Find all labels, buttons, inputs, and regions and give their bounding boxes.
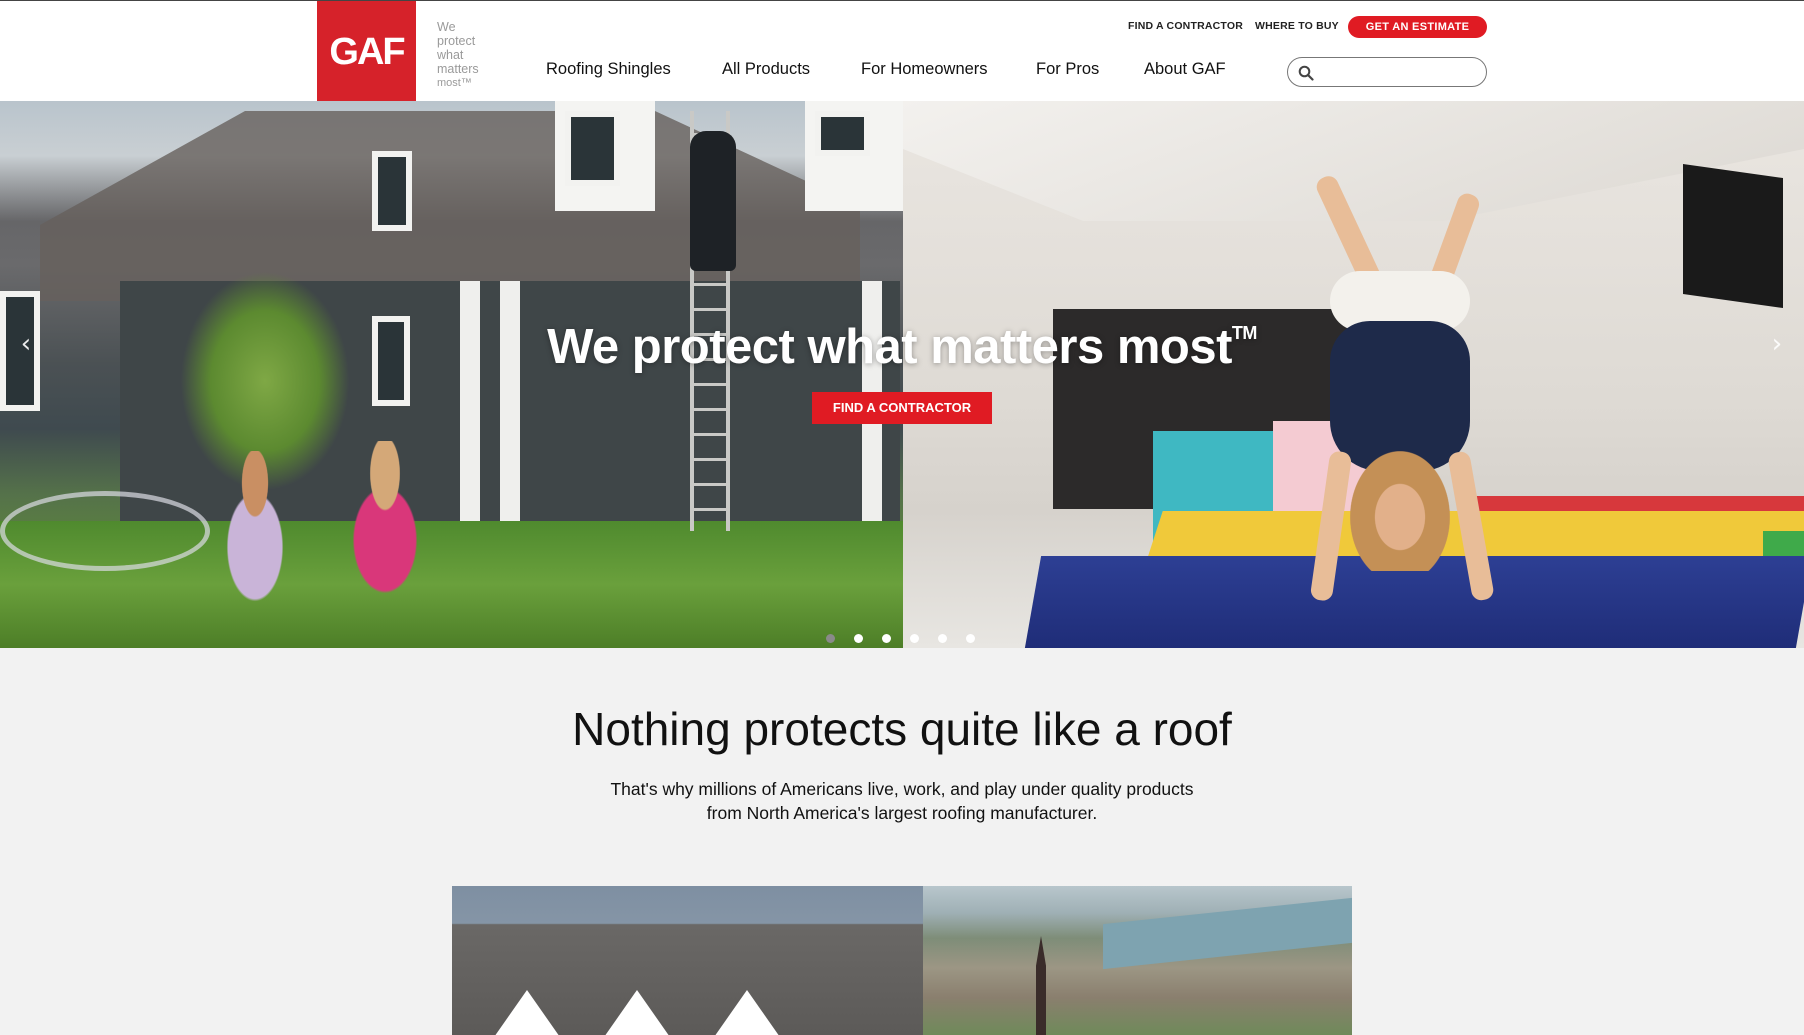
porch-column — [500, 281, 520, 521]
description-line: That's why millions of Americans live, w… — [610, 779, 1194, 799]
logo-tagline: We protect what matters most™ — [437, 20, 507, 90]
search-input[interactable] — [1287, 57, 1487, 87]
site-header: GAF We protect what matters most™ FIND A… — [0, 0, 1804, 102]
river — [1103, 897, 1352, 970]
search-field[interactable] — [1320, 62, 1476, 82]
bicycle — [0, 491, 210, 571]
ceiling — [903, 101, 1804, 221]
girl-head — [1350, 451, 1450, 571]
carousel-dot[interactable] — [826, 634, 835, 643]
church-spire — [1036, 936, 1046, 1035]
carousel-dot[interactable] — [882, 634, 891, 643]
tagline-line: most™ — [437, 77, 472, 89]
where-to-buy-link[interactable]: WHERE TO BUY — [1255, 20, 1339, 32]
tagline-line: We — [437, 20, 456, 34]
carousel-dot[interactable] — [910, 634, 919, 643]
hero-find-contractor-button[interactable]: FIND A CONTRACTOR — [812, 392, 992, 424]
search-icon — [1298, 65, 1314, 81]
carousel-dot[interactable] — [854, 634, 863, 643]
tagline-line: protect — [437, 34, 476, 48]
get-estimate-button[interactable]: GET AN ESTIMATE — [1348, 16, 1487, 38]
roof-gable — [492, 990, 562, 1035]
window — [815, 111, 870, 156]
nav-for-pros[interactable]: For Pros — [1036, 60, 1099, 79]
section-description: That's why millions of Americans live, w… — [0, 777, 1804, 825]
tagline-line: matters — [437, 62, 479, 76]
carousel-dot[interactable] — [966, 634, 975, 643]
carousel-dot[interactable] — [938, 634, 947, 643]
chevron-right-icon[interactable]: › — [1767, 329, 1787, 359]
roof-gable — [712, 990, 782, 1035]
nav-about-gaf[interactable]: About GAF — [1144, 60, 1226, 79]
child — [205, 451, 305, 611]
hero-title: We protect what matters mostTM — [0, 319, 1804, 375]
tagline-line: what — [437, 48, 464, 62]
nav-all-products[interactable]: All Products — [722, 60, 810, 79]
television — [1683, 163, 1783, 309]
commercial-city-image[interactable] — [923, 886, 1352, 1035]
nav-for-homeowners[interactable]: For Homeowners — [861, 60, 988, 79]
hero-title-text: We protect what matters most — [547, 320, 1232, 374]
child — [325, 441, 445, 621]
hero-carousel: We protect what matters mostTM FIND A CO… — [0, 101, 1804, 648]
logo-text: GAF — [329, 31, 405, 73]
nav-roofing-shingles[interactable]: Roofing Shingles — [546, 60, 671, 79]
gaf-logo[interactable]: GAF — [317, 1, 416, 102]
roof-gable — [602, 990, 672, 1035]
window — [372, 151, 412, 231]
roofer — [690, 131, 736, 271]
house-roof — [40, 111, 860, 301]
residential-roof-image[interactable] — [452, 886, 923, 1035]
porch-column — [460, 281, 480, 521]
window — [565, 111, 620, 186]
chevron-left-icon[interactable]: ‹ — [16, 329, 36, 359]
section-title: Nothing protects quite like a roof — [572, 703, 1232, 755]
find-contractor-link[interactable]: FIND A CONTRACTOR — [1128, 20, 1243, 32]
trademark: TM — [1231, 323, 1258, 343]
description-line: from North America's largest roofing man… — [706, 803, 1098, 823]
